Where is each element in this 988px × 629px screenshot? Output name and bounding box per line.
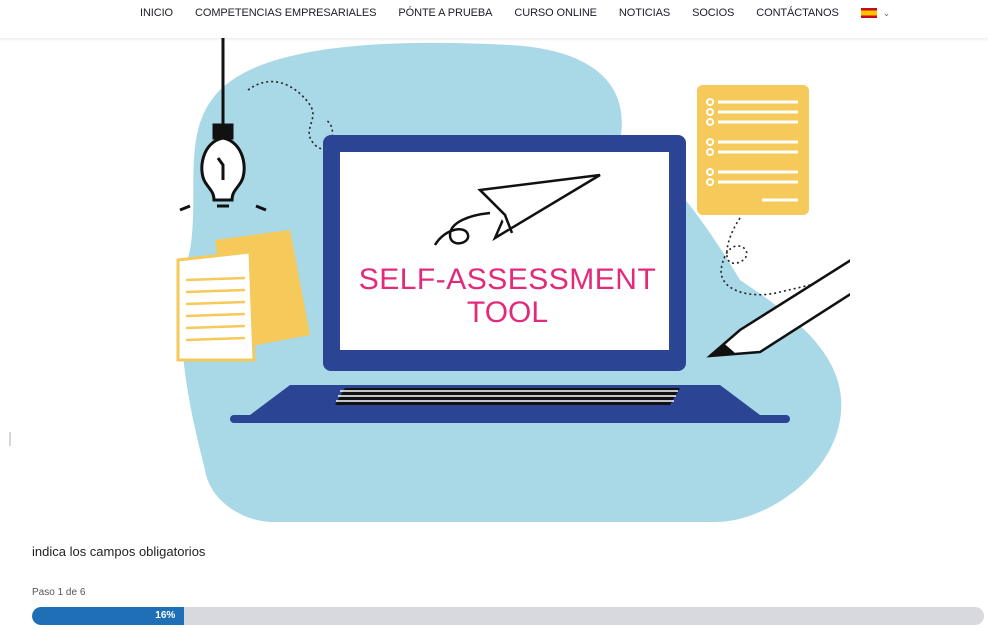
- hero-title-line-1: SELF-ASSESSMENT: [358, 263, 657, 296]
- nav-item-socios[interactable]: SOCIOS: [692, 7, 734, 19]
- nav-item-ponte-a-prueba[interactable]: PÓNTE A PRUEBA: [398, 7, 492, 19]
- required-fields-note: indica los campos obligatorios: [32, 544, 206, 559]
- nav-item-curso-online[interactable]: CURSO ONLINE: [514, 7, 597, 19]
- language-selector[interactable]: ⌄: [860, 7, 891, 19]
- hero-illustration: SELF-ASSESSMENT TOOL: [150, 30, 850, 525]
- progress-fill: 16%: [32, 607, 185, 625]
- progress-bar: 16%: [32, 607, 984, 625]
- nav-item-inicio[interactable]: INICIO: [140, 7, 173, 19]
- spain-flag-icon: [860, 8, 877, 18]
- step-indicator: Paso 1 de 6: [32, 587, 86, 598]
- scroll-edge-marker: [9, 432, 11, 446]
- nav-item-noticias[interactable]: NOTICIAS: [619, 7, 670, 19]
- nav-menu: INICIO COMPETENCIAS EMPRESARIALES PÓNTE …: [140, 0, 890, 26]
- nav-item-competencias[interactable]: COMPETENCIAS EMPRESARIALES: [195, 7, 376, 19]
- checklist-document-icon: [697, 85, 809, 215]
- hero-title-line-2: TOOL: [466, 296, 549, 329]
- nav-item-contactanos[interactable]: CONTÁCTANOS: [756, 7, 839, 19]
- progress-label: 16%: [155, 610, 176, 621]
- chevron-down-icon: ⌄: [882, 7, 891, 18]
